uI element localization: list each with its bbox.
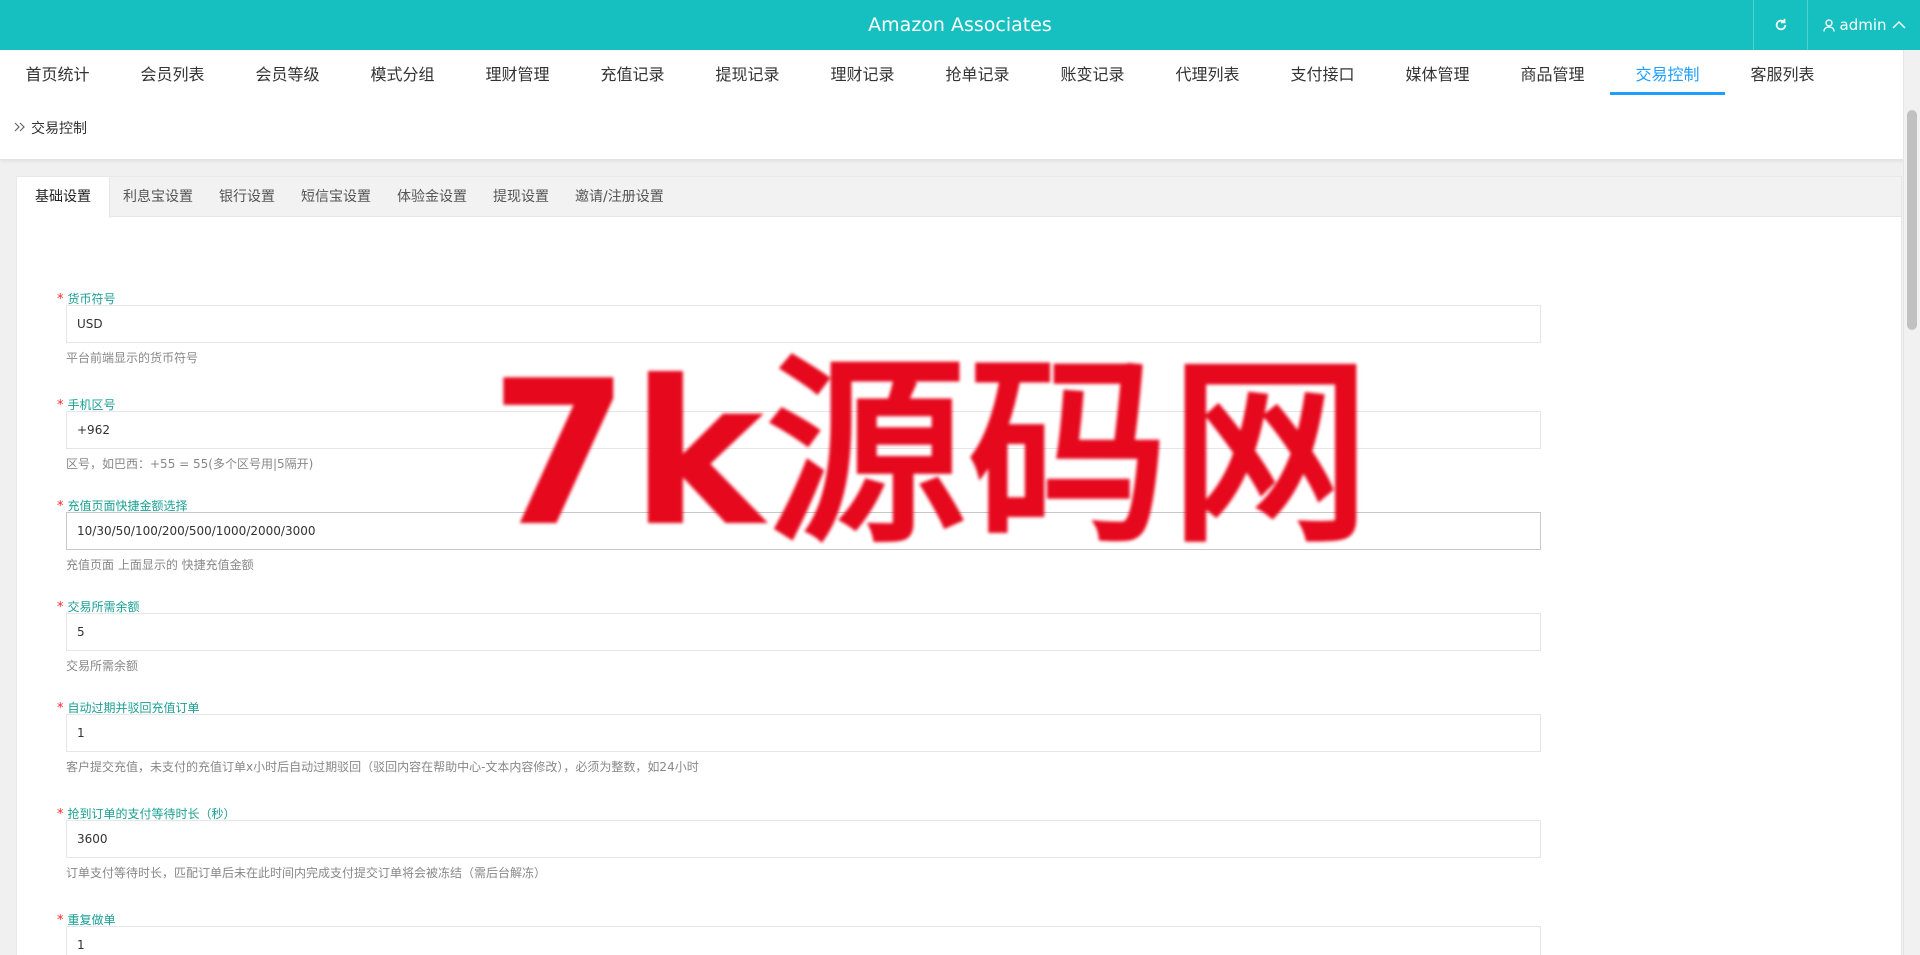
nav-item-payment-interface[interactable]: 支付接口: [1265, 50, 1380, 96]
nav-item-member-list[interactable]: 会员列表: [115, 50, 230, 96]
nav-item-withdraw-records[interactable]: 提现记录: [690, 50, 805, 96]
main-nav: 首页统计 会员列表 会员等级 模式分组 理财管理 充值记录 提现记录 理财记录 …: [0, 50, 1920, 96]
breadcrumb-label: 交易控制: [31, 120, 87, 137]
top-header-bar: Amazon Associates admin: [0, 0, 1920, 50]
field-help: 订单支付等待时长，匹配订单后未在此时间内完成支付提交订单将会被冻结（需后台解冻）: [66, 866, 547, 880]
required-mark: *: [57, 913, 64, 928]
field-help: 区号，如巴西：+55 = 55(多个区号用|5隔开): [66, 457, 314, 471]
required-mark: *: [57, 807, 64, 822]
watermark: 7k源码网: [490, 338, 1373, 571]
chevron-up-icon: [1891, 20, 1906, 30]
nav-item-finance-manage[interactable]: 理财管理: [460, 50, 575, 96]
tab-withdraw-settings[interactable]: 提现设置: [480, 177, 562, 217]
nav-item-member-level[interactable]: 会员等级: [230, 50, 345, 96]
nav-item-recharge-records[interactable]: 充值记录: [575, 50, 690, 96]
payment-wait-time-input[interactable]: [66, 820, 1541, 858]
refresh-button[interactable]: [1753, 0, 1807, 50]
auto-expire-recharge-input[interactable]: [66, 714, 1541, 752]
nav-item-customer-service-list[interactable]: 客服列表: [1725, 50, 1840, 96]
tab-invite-register-settings[interactable]: 邀请/注册设置: [562, 177, 677, 217]
nav-item-grab-order-records[interactable]: 抢单记录: [920, 50, 1035, 96]
user-menu[interactable]: admin: [1807, 0, 1920, 50]
nav-item-media-manage[interactable]: 媒体管理: [1380, 50, 1495, 96]
tab-bank-settings[interactable]: 银行设置: [206, 177, 288, 217]
double-chevron-right-icon: [14, 120, 31, 136]
field-help: 交易所需余额: [66, 659, 139, 673]
tab-sms-settings[interactable]: 短信宝设置: [288, 177, 384, 217]
nav-item-finance-records[interactable]: 理财记录: [805, 50, 920, 96]
username: admin: [1839, 16, 1887, 34]
required-mark: *: [57, 292, 64, 307]
settings-tabs: 基础设置 利息宝设置 银行设置 短信宝设置 体验金设置 提现设置 邀请/注册设置: [17, 177, 1901, 218]
required-mark: *: [57, 499, 64, 514]
nav-item-dashboard[interactable]: 首页统计: [0, 50, 115, 96]
required-mark: *: [57, 398, 64, 413]
field-help: 客户提交充值，未支付的充值订单x小时后自动过期驳回（驳回内容在帮助中心-文本内容…: [66, 760, 699, 774]
refresh-icon: [1774, 18, 1788, 32]
trade-required-balance-input[interactable]: [66, 613, 1541, 651]
tab-basic-settings[interactable]: 基础设置: [17, 177, 110, 218]
required-mark: *: [57, 600, 64, 615]
nav-item-account-change-records[interactable]: 账变记录: [1035, 50, 1150, 96]
app-title: Amazon Associates: [868, 14, 1052, 36]
repeat-order-input[interactable]: [66, 926, 1541, 955]
nav-item-trade-control[interactable]: 交易控制: [1610, 50, 1725, 96]
nav-item-product-manage[interactable]: 商品管理: [1495, 50, 1610, 96]
user-icon: [1822, 18, 1835, 32]
scrollbar-thumb[interactable]: [1907, 110, 1917, 330]
breadcrumb: 交易控制: [0, 96, 1920, 160]
field-help: 充值页面 上面显示的 快捷充值金额: [66, 558, 254, 572]
nav-item-mode-group[interactable]: 模式分组: [345, 50, 460, 96]
page-scrollbar[interactable]: [1903, 50, 1920, 955]
tab-interest-settings[interactable]: 利息宝设置: [110, 177, 206, 217]
tab-trial-fund-settings[interactable]: 体验金设置: [384, 177, 480, 217]
field-help: 平台前端显示的货币符号: [66, 351, 199, 365]
required-mark: *: [57, 701, 64, 716]
nav-item-agent-list[interactable]: 代理列表: [1150, 50, 1265, 96]
